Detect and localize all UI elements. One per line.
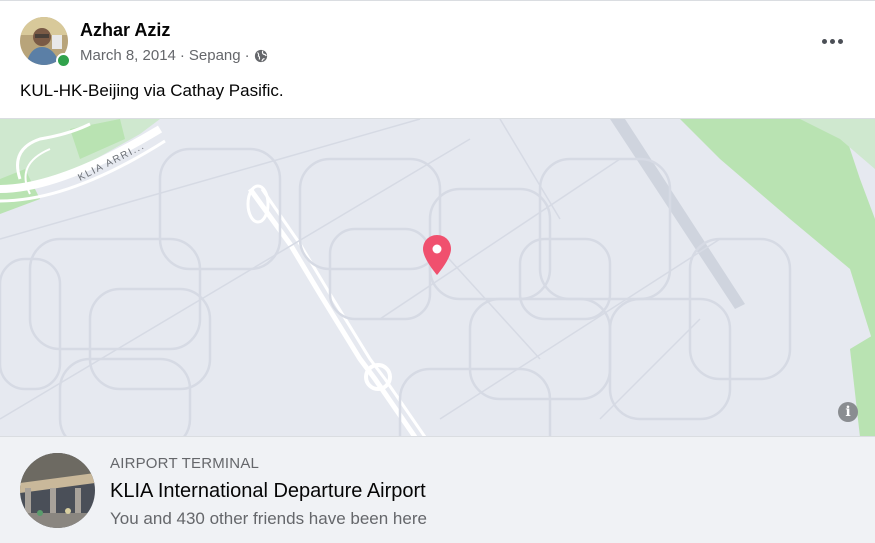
map-view[interactable]: KLIA ARRI... i [0, 118, 875, 437]
post-text: KUL-HK-Beijing via Cathay Pasific. [20, 81, 284, 100]
place-footer[interactable]: AIRPORT TERMINAL KLIA International Depa… [0, 436, 875, 543]
author-name[interactable]: Azhar Aziz [80, 20, 170, 41]
place-thumbnail[interactable] [20, 453, 95, 528]
post-meta: March 8, 2014 · Sepang · [80, 47, 268, 64]
meta-separator: · [179, 47, 185, 64]
post-card: Azhar Aziz March 8, 2014 · Sepang · KUL-… [0, 0, 875, 543]
more-options-icon[interactable] [812, 29, 852, 53]
globe-icon [254, 49, 268, 63]
online-status-dot [56, 53, 71, 68]
map-graphic: KLIA ARRI... [0, 119, 875, 437]
meta-separator: · [244, 47, 250, 64]
post-location[interactable]: Sepang [189, 47, 241, 64]
post-date[interactable]: March 8, 2014 [80, 47, 176, 64]
map-info-icon[interactable]: i [838, 402, 858, 422]
place-friends-visited: You and 430 other friends have been here [110, 509, 427, 528]
place-category: AIRPORT TERMINAL [110, 455, 260, 472]
place-name[interactable]: KLIA International Departure Airport [110, 480, 426, 503]
